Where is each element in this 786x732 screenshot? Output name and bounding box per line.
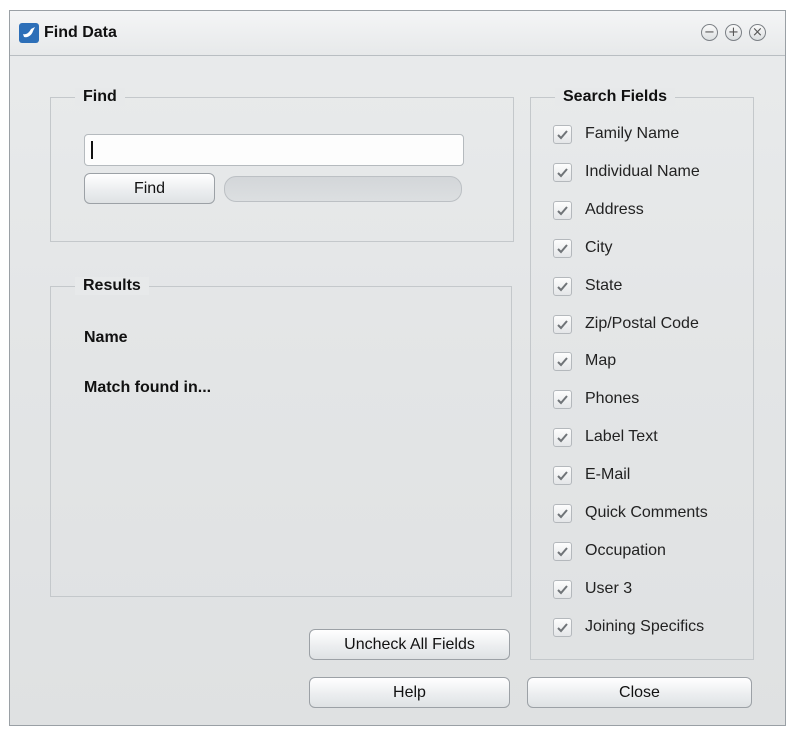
check-icon [557, 206, 568, 216]
field-label: E-Mail [585, 466, 631, 483]
match-found-label: Match found in... [84, 379, 212, 396]
check-icon [557, 509, 568, 519]
app-bird-icon [19, 23, 39, 43]
field-label: Phones [585, 390, 640, 407]
check-icon [557, 282, 568, 292]
close-icon[interactable]: × [749, 24, 766, 41]
field-label: Label Text [585, 428, 658, 445]
field-checkbox[interactable] [553, 618, 572, 637]
check-icon [557, 244, 568, 254]
field-label: Quick Comments [585, 504, 708, 521]
field-label: Joining Specifics [585, 618, 705, 635]
field-checkbox[interactable] [553, 466, 572, 485]
field-checkbox[interactable] [553, 580, 572, 599]
field-label: Family Name [585, 125, 680, 142]
window-title: Find Data [44, 24, 117, 41]
check-icon [557, 471, 568, 481]
check-icon [557, 320, 568, 330]
field-checkbox[interactable] [553, 201, 572, 220]
check-icon [557, 547, 568, 557]
find-group: Find [50, 88, 514, 242]
field-label: Occupation [585, 542, 666, 559]
field-label: Map [585, 352, 617, 369]
field-checkbox[interactable] [553, 504, 572, 523]
find-group-label: Find [75, 88, 125, 106]
name-label: Name [84, 329, 128, 346]
field-checkbox[interactable] [553, 542, 572, 561]
field-checkbox[interactable] [553, 163, 572, 182]
check-icon [557, 357, 568, 367]
field-checkbox[interactable] [553, 277, 572, 296]
check-icon [557, 395, 568, 405]
field-checkbox[interactable] [553, 352, 572, 371]
minimize-icon[interactable]: − [701, 24, 718, 41]
find-text-input[interactable] [84, 134, 464, 166]
maximize-icon[interactable]: + [725, 24, 742, 41]
close-button[interactable]: Close [527, 677, 752, 708]
field-checkbox[interactable] [553, 125, 572, 144]
field-label: Address [585, 201, 644, 218]
check-icon [557, 433, 568, 443]
field-label: Individual Name [585, 163, 700, 180]
title-bar[interactable]: Find Data − + × [10, 11, 785, 56]
field-label: City [585, 239, 613, 256]
uncheck-all-fields-button[interactable]: Uncheck All Fields [309, 629, 510, 660]
check-icon [557, 623, 568, 633]
field-checkbox[interactable] [553, 428, 572, 447]
search-fields-label: Search Fields [555, 88, 676, 106]
text-caret [91, 141, 93, 159]
help-button[interactable]: Help [309, 677, 510, 708]
field-checkbox[interactable] [553, 239, 572, 258]
check-icon [557, 585, 568, 595]
check-icon [557, 168, 568, 178]
field-checkbox[interactable] [553, 315, 572, 334]
field-label: State [585, 277, 623, 294]
results-group-label: Results [75, 277, 149, 295]
field-label: Zip/Postal Code [585, 315, 699, 332]
field-checkbox[interactable] [553, 390, 572, 409]
search-progress-bar [224, 176, 462, 202]
check-icon [557, 130, 568, 140]
field-label: User 3 [585, 580, 633, 597]
find-button[interactable]: Find [84, 173, 215, 204]
